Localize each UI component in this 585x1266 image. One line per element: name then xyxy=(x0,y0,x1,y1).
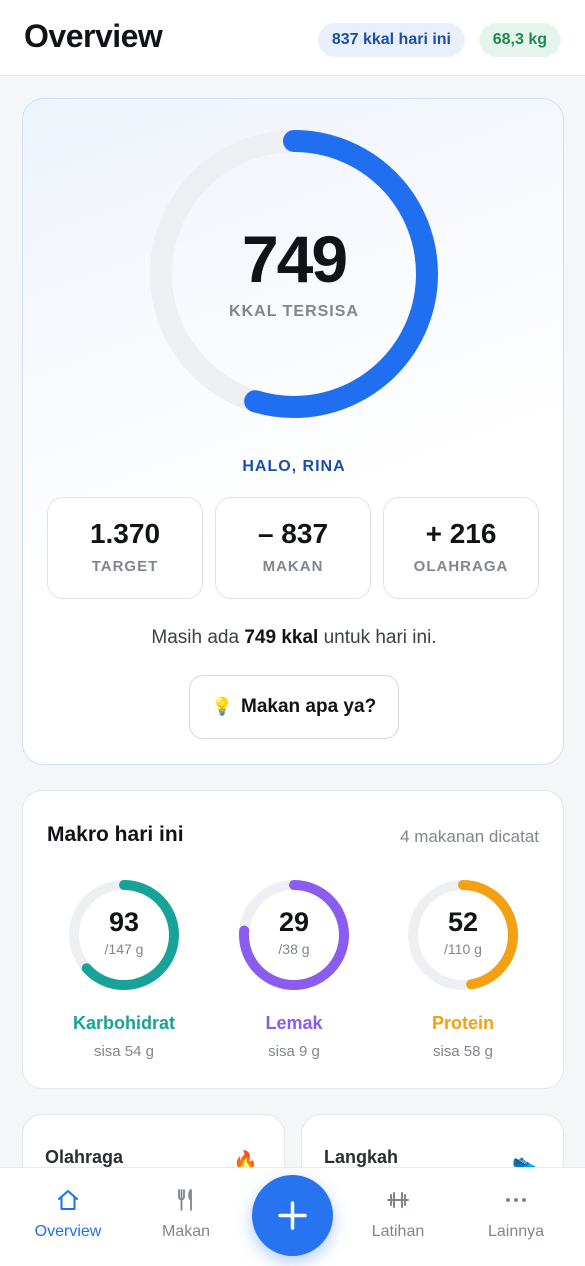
add-entry-button[interactable] xyxy=(252,1175,333,1256)
dumbbell-icon xyxy=(387,1192,409,1208)
home-icon xyxy=(58,1190,78,1210)
macro-fat-name: Lemak xyxy=(265,1013,323,1033)
macro-carbs-remaining: sisa 54 g xyxy=(93,1043,155,1060)
stat-target-value: 1.370 xyxy=(89,518,161,549)
utensils-icon xyxy=(178,1189,192,1211)
macro-protein-name: Protein xyxy=(431,1013,494,1033)
page-title: Overview xyxy=(24,18,163,54)
macro-fat-goal: /38 g xyxy=(278,941,310,957)
macro-protein-goal: /110 g xyxy=(444,941,482,957)
stat-exercise: + 216 OLAHRAGA xyxy=(383,497,539,599)
nav-overview[interactable]: Overview xyxy=(13,1168,123,1266)
weight-badge[interactable]: 68,3 kg xyxy=(478,23,561,57)
nav-food-label: Makan xyxy=(161,1223,211,1240)
meal-suggestion-label: Makan apa ya? xyxy=(241,696,377,717)
nav-workout-label: Latihan xyxy=(371,1223,425,1240)
calories-remaining-value: 749 xyxy=(241,222,348,296)
more-icon xyxy=(506,1198,526,1202)
summary-suffix: untuk hari ini. xyxy=(318,627,437,648)
macro-protein-remaining: sisa 58 g xyxy=(432,1043,494,1060)
nav-workout[interactable]: Latihan xyxy=(343,1168,453,1266)
exercise-card-title: Olahraga xyxy=(45,1147,124,1167)
macro-fat-remaining: sisa 9 g xyxy=(268,1043,320,1060)
calories-remaining-label: KKAL TERSISA xyxy=(229,303,359,320)
stat-food: – 837 MAKAN xyxy=(215,497,371,599)
plus-icon xyxy=(278,1201,307,1230)
calorie-ring: 749 KKAL TERSISA xyxy=(149,129,439,419)
lightbulb-icon: 💡 xyxy=(211,697,233,716)
steps-card-title: Langkah xyxy=(324,1147,399,1167)
stat-exercise-label: OLAHRAGA xyxy=(413,558,509,575)
macro-fat-value: 29 xyxy=(278,907,310,937)
summary-prefix: Masih ada xyxy=(151,627,245,648)
macros-title: Makro hari ini xyxy=(47,823,184,846)
macros-card: Makro hari ini 4 makanan dicatat 93 /147… xyxy=(22,790,564,1089)
meals-logged-count: 4 makanan dicatat xyxy=(400,827,539,846)
macro-carbs-goal: /147 g xyxy=(104,941,144,957)
stat-exercise-value: + 216 xyxy=(425,518,497,549)
stat-target-label: TARGET xyxy=(91,558,159,575)
nav-food[interactable]: Makan xyxy=(131,1168,241,1266)
macro-carbs-name: Karbohidrat xyxy=(72,1013,175,1033)
stat-food-value: – 837 xyxy=(257,518,329,549)
calorie-summary-card: 749 KKAL TERSISA HALO, RINA 1.370 TARGET… xyxy=(22,98,564,765)
meal-suggestion-button[interactable]: 💡 Makan apa ya? xyxy=(189,675,399,739)
overview-screen: Olahraga 🔥 Langkah 👟 Overview 837 kkal h… xyxy=(0,0,585,1266)
macro-carbs-value: 93 xyxy=(108,907,140,937)
nav-overview-label: Overview xyxy=(34,1223,102,1240)
nav-more-label: Lainnya xyxy=(487,1223,545,1240)
app-header: Overview 837 kkal hari ini 68,3 kg xyxy=(0,0,585,76)
summary-highlight: 749 kkal xyxy=(244,627,319,648)
stat-food-label: MAKAN xyxy=(262,558,324,575)
nav-more[interactable]: Lainnya xyxy=(461,1168,571,1266)
greeting: HALO, RINA xyxy=(242,458,346,475)
kcal-today-badge[interactable]: 837 kkal hari ini xyxy=(317,23,465,57)
stat-target: 1.370 TARGET xyxy=(47,497,203,599)
macro-protein-value: 52 xyxy=(447,907,479,937)
remaining-summary: Masih ada 749 kkal untuk hari ini. xyxy=(23,627,565,649)
